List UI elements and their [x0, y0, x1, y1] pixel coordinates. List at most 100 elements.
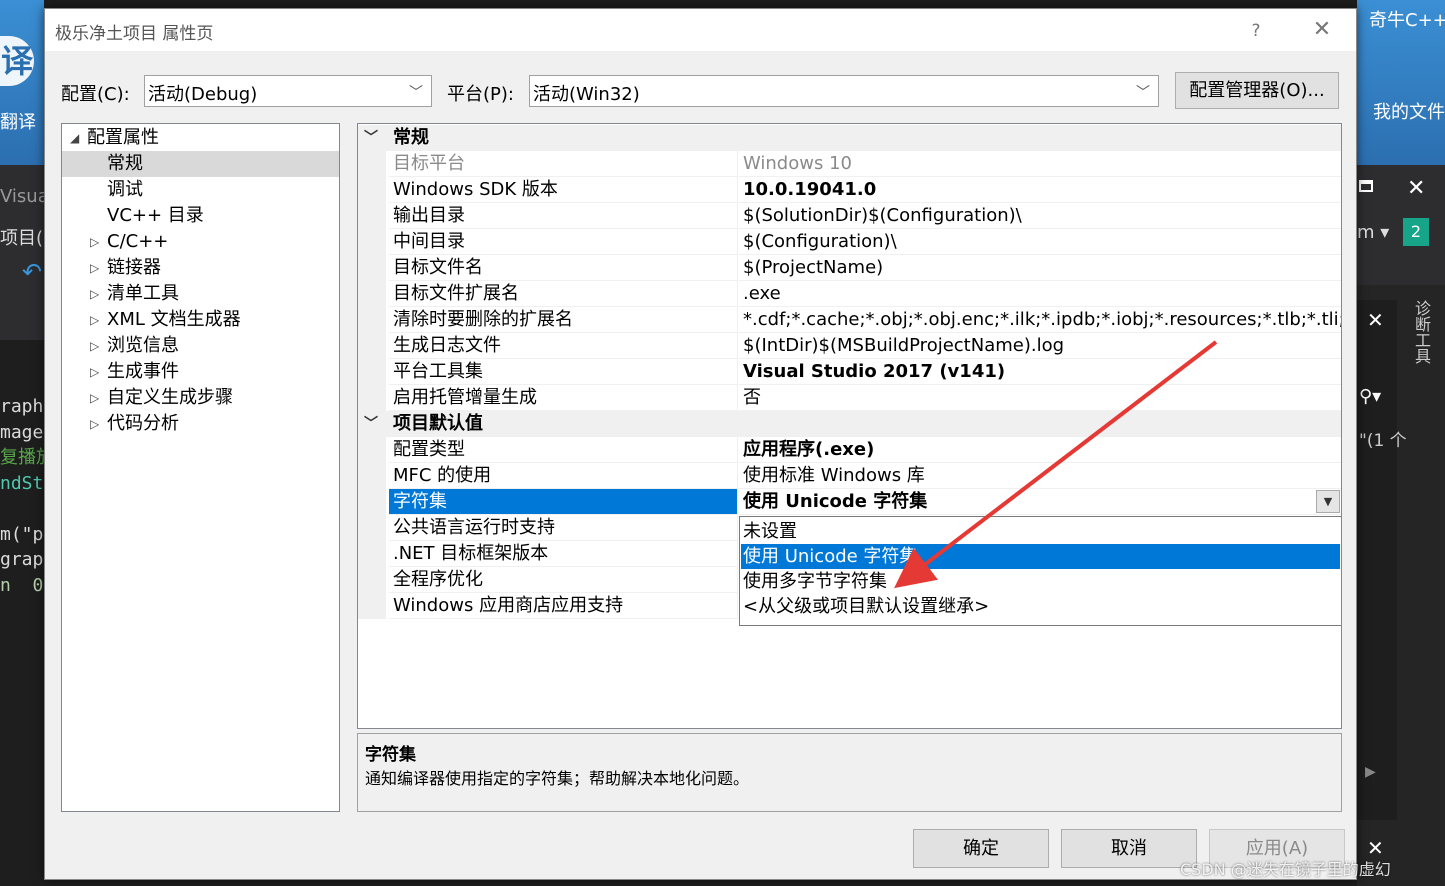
config-combo[interactable]: 活动(Debug) ﹀ [144, 75, 432, 107]
tree-item-manifest-tool[interactable]: ▷ 清单工具 [62, 281, 339, 307]
dropdown-toggle-icon[interactable]: ▼ [1316, 490, 1340, 513]
property-name: 中间目录 [389, 229, 738, 255]
dropdown-option[interactable]: <从父级或项目默认设置继承> [741, 594, 1340, 619]
expanded-triangle-icon[interactable]: ◢ [70, 125, 79, 151]
property-row[interactable]: 目标平台 Windows 10 [358, 151, 1341, 177]
property-value[interactable]: 使用标准 Windows 库 [739, 463, 1341, 489]
property-value[interactable]: $(ProjectName) [739, 255, 1341, 281]
property-row[interactable]: MFC 的使用 使用标准 Windows 库 [358, 463, 1341, 489]
property-name: 启用托管增量生成 [389, 385, 738, 411]
notification-badge[interactable]: 2 [1403, 218, 1429, 246]
category-project-defaults[interactable]: ﹀ 项目默认值 [358, 411, 1341, 437]
collapse-chevron-icon[interactable]: ﹀ [364, 411, 378, 437]
description-panel: 字符集 通知编译器使用指定的字符集；帮助解决本地化问题。 [357, 733, 1342, 812]
collapsed-triangle-icon[interactable]: ▷ [90, 229, 99, 255]
panel-close-icon[interactable]: ✕ [1367, 308, 1384, 332]
csdn-watermark: CSDN @迷失在镜子里的虚幻 [1180, 860, 1391, 879]
collapsed-triangle-icon[interactable]: ▷ [90, 281, 99, 307]
property-row[interactable]: 启用托管增量生成否 [358, 385, 1341, 411]
dropdown-option[interactable]: 使用多字节字符集 [741, 569, 1340, 594]
vs-project-menu[interactable]: 项目( [0, 224, 43, 250]
vs-menu-fragment: m ▾ [1357, 222, 1390, 243]
property-row[interactable]: 生成日志文件 $(IntDir)$(MSBuildProjectName).log [358, 333, 1341, 359]
collapsed-triangle-icon[interactable]: ▷ [90, 255, 99, 281]
property-value[interactable]: $(Configuration)\ [739, 229, 1341, 255]
desktop-label-translate: 翻译 [0, 112, 36, 133]
tree-item-xml-doc-generator[interactable]: ▷ XML 文档生成器 [62, 307, 339, 333]
category-general[interactable]: ﹀ 常规 [358, 125, 1341, 151]
tree-item-label: 浏览信息 [107, 335, 179, 356]
panel-text: "(1 个 [1359, 431, 1407, 451]
collapsed-triangle-icon[interactable]: ▷ [90, 359, 99, 385]
property-row-character-set[interactable]: 字符集 使用 Unicode 字符集 ▼ [358, 489, 1341, 515]
translate-app-icon[interactable]: 译 [0, 36, 34, 86]
collapsed-triangle-icon[interactable]: ▷ [90, 333, 99, 359]
collapsed-triangle-icon[interactable]: ▷ [90, 307, 99, 333]
property-name: 公共语言运行时支持 [389, 515, 738, 541]
close-icon[interactable]: ✕ [1407, 176, 1425, 201]
vs-title: Visual [0, 186, 44, 207]
diagnostics-tab[interactable]: 诊断工具 [1409, 300, 1433, 364]
property-value[interactable]: $(IntDir)$(MSBuildProjectName).log [739, 333, 1341, 359]
property-value[interactable]: 10.0.19041.0 [739, 177, 1341, 203]
property-pages-dialog: 极乐净土项目 属性页 ? ✕ 配置(C): 活动(Debug) ﹀ 平台(P):… [44, 8, 1357, 880]
property-row[interactable]: 输出目录 $(SolutionDir)$(Configuration)\ [358, 203, 1341, 229]
dialog-titlebar: 极乐净土项目 属性页 ? ✕ [45, 9, 1356, 51]
code-line: mage [0, 421, 44, 443]
property-row[interactable]: 目标文件名 $(ProjectName) [358, 255, 1341, 281]
property-value[interactable]: $(SolutionDir)$(Configuration)\ [739, 203, 1341, 229]
tree-item-label: 清单工具 [107, 283, 179, 304]
cancel-button[interactable]: 取消 [1061, 829, 1197, 868]
code-line: ndSt [0, 472, 44, 494]
property-grid: ﹀ 常规 目标平台 Windows 10 Windows SDK 版本 10.0.1… [357, 123, 1342, 729]
tree-item-browse-info[interactable]: ▷ 浏览信息 [62, 333, 339, 359]
chevron-down-icon: ﹀ [1136, 85, 1150, 101]
collapse-chevron-icon[interactable]: ﹀ [364, 125, 378, 151]
property-value[interactable]: 使用 Unicode 字符集 [739, 489, 1341, 515]
property-value[interactable]: .exe [739, 281, 1341, 307]
code-line: n 0 [0, 574, 44, 596]
property-value[interactable]: *.cdf;*.cache;*.obj;*.obj.enc;*.ilk;*.ip… [739, 307, 1341, 333]
search-icon[interactable]: ⚲▾ [1359, 386, 1381, 407]
property-row[interactable]: 中间目录 $(Configuration)\ [358, 229, 1341, 255]
property-value[interactable]: Windows 10 [739, 151, 1341, 177]
tree-item-label: 调试 [107, 179, 143, 200]
collapsed-triangle-icon[interactable]: ▷ [90, 411, 99, 437]
property-tree: ◢ 配置属性 常规 调试 VC++ 目录 ▷ C/C++ ▷ 链接器 ▷ 清单工… [61, 123, 340, 812]
tree-item-custom-build-step[interactable]: ▷ 自定义生成步骤 [62, 385, 339, 411]
tree-item-debugging[interactable]: 调试 [62, 177, 339, 203]
property-row[interactable]: 目标文件扩展名 .exe [358, 281, 1341, 307]
property-row[interactable]: 平台工具集 Visual Studio 2017 (v141) [358, 359, 1341, 385]
dropdown-option-selected[interactable]: 使用 Unicode 字符集 [741, 544, 1340, 569]
platform-combo[interactable]: 活动(Win32) ﹀ [529, 75, 1159, 107]
scroll-right-icon[interactable]: ▶ [1365, 764, 1376, 780]
property-name: 平台工具集 [389, 359, 738, 385]
code-editor: raph mage 复播放 ndSt m("p grap n 0 [0, 394, 44, 598]
tree-item-label: 自定义生成步骤 [107, 387, 233, 408]
dropdown-option[interactable]: 未设置 [741, 519, 1340, 544]
property-value[interactable]: 应用程序(.exe) [739, 437, 1341, 463]
tree-root-config-properties[interactable]: ◢ 配置属性 [62, 125, 339, 151]
chevron-down-icon: ﹀ [409, 85, 423, 101]
tree-item-code-analysis[interactable]: ▷ 代码分析 [62, 411, 339, 437]
help-button[interactable]: ? [1241, 17, 1271, 45]
property-value[interactable]: 否 [739, 385, 1341, 411]
close-button[interactable]: ✕ [1307, 15, 1337, 45]
maximize-icon[interactable] [1359, 180, 1373, 192]
tree-item-label: VC++ 目录 [107, 205, 204, 226]
property-name: 目标文件扩展名 [389, 281, 738, 307]
tree-item-c-cpp[interactable]: ▷ C/C++ [62, 229, 339, 255]
ok-button[interactable]: 确定 [913, 829, 1049, 868]
tree-item-build-events[interactable]: ▷ 生成事件 [62, 359, 339, 385]
tree-item-general[interactable]: 常规 [62, 151, 339, 177]
undo-icon[interactable]: ↶ [22, 258, 42, 286]
property-row[interactable]: 配置类型 应用程序(.exe) [358, 437, 1341, 463]
property-row[interactable]: Windows SDK 版本 10.0.19041.0 [358, 177, 1341, 203]
collapsed-triangle-icon[interactable]: ▷ [90, 385, 99, 411]
category-label: 项目默认值 [393, 413, 483, 434]
config-manager-button[interactable]: 配置管理器(O)... [1175, 72, 1339, 109]
tree-item-vc-directories[interactable]: VC++ 目录 [62, 203, 339, 229]
property-row[interactable]: 清除时要删除的扩展名 *.cdf;*.cache;*.obj;*.obj.enc;… [358, 307, 1341, 333]
tree-item-linker[interactable]: ▷ 链接器 [62, 255, 339, 281]
property-value[interactable]: Visual Studio 2017 (v141) [739, 359, 1341, 385]
